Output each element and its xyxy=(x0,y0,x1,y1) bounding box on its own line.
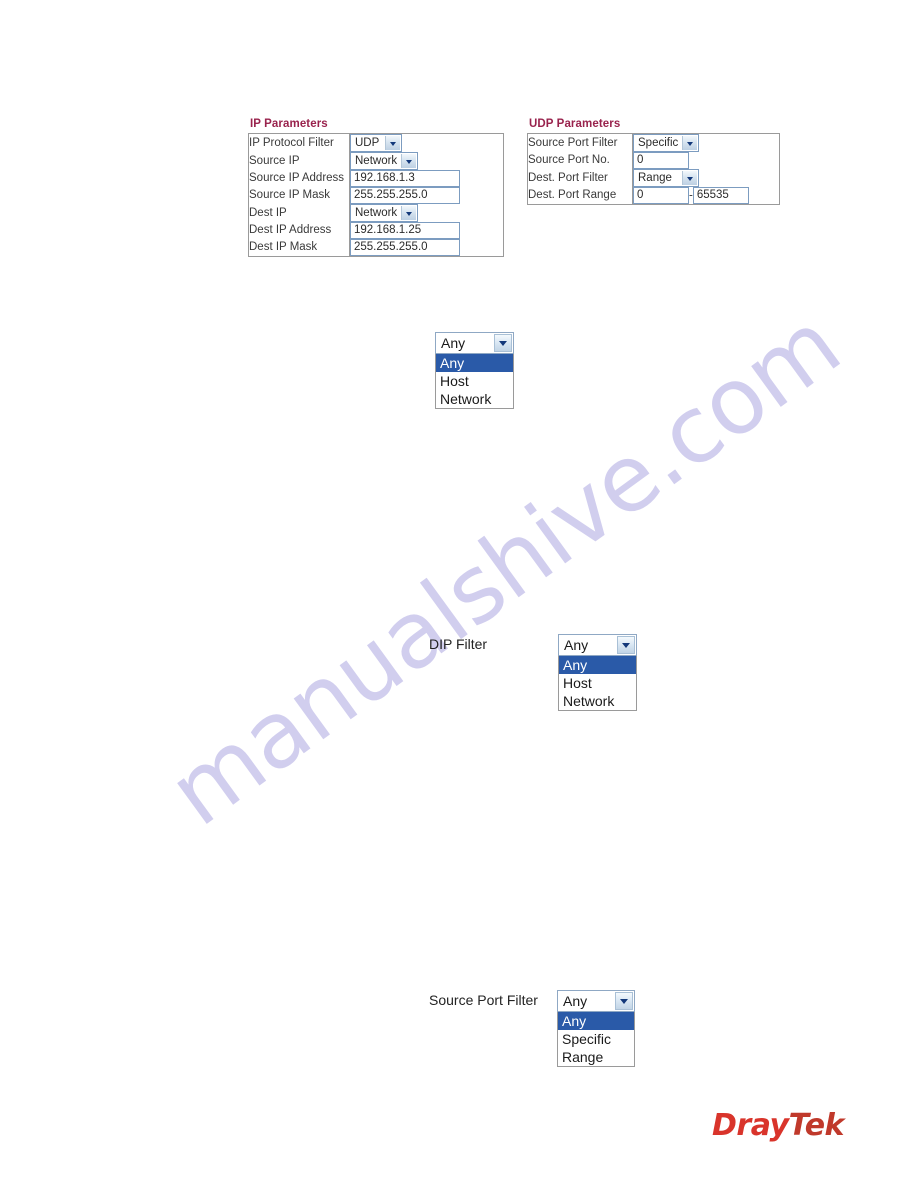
row-value: Network xyxy=(350,152,504,170)
chevron-down-icon[interactable] xyxy=(401,154,416,168)
row-label: Source IP xyxy=(248,152,350,170)
combobox-display[interactable]: Any xyxy=(557,990,635,1012)
source-port-filter-label: Source Port Filter xyxy=(429,992,538,1008)
row-value: Specific xyxy=(633,134,780,152)
ip-protocol-filter-select[interactable]: UDP xyxy=(350,134,402,152)
row-value: 192.168.1.3 xyxy=(350,170,504,187)
combobox-option[interactable]: Host xyxy=(436,372,513,390)
row-label: Dest IP Address xyxy=(248,222,350,239)
chevron-down-icon[interactable] xyxy=(682,171,697,185)
source-port-no-input[interactable]: 0 xyxy=(633,152,689,169)
chevron-down-icon[interactable] xyxy=(617,636,635,654)
combobox-option-list[interactable]: Any Specific Range xyxy=(557,1012,635,1067)
source-ip-filter-combobox[interactable]: Any Any Host Network xyxy=(435,332,514,409)
dip-filter-combobox[interactable]: Any Any Host Network xyxy=(558,634,637,711)
table-row: Dest IP Network xyxy=(248,204,504,222)
combobox-display[interactable]: Any xyxy=(435,332,514,354)
row-label: Source IP Address xyxy=(248,170,350,187)
table-row: Source IP Address 192.168.1.3 xyxy=(248,170,504,187)
chevron-down-icon[interactable] xyxy=(615,992,633,1010)
combobox-option[interactable]: Network xyxy=(436,390,513,408)
chevron-down-icon[interactable] xyxy=(682,136,697,150)
combobox-option[interactable]: Any xyxy=(558,1012,634,1030)
dest-port-range-from-input[interactable]: 0 xyxy=(633,187,689,204)
ip-parameters-panel: IP Parameters IP Protocol Filter UDP Sou… xyxy=(248,118,504,257)
chevron-down-icon[interactable] xyxy=(385,136,400,150)
table-row: Source IP Mask 255.255.255.0 xyxy=(248,187,504,204)
table-row: Source Port Filter Specific xyxy=(527,133,780,152)
row-value: Range xyxy=(633,169,780,187)
table-row: Dest. Port Filter Range xyxy=(527,169,780,187)
dest-ip-address-input[interactable]: 192.168.1.25 xyxy=(350,222,460,239)
combobox-option-list[interactable]: Any Host Network xyxy=(558,656,637,711)
source-ip-select[interactable]: Network xyxy=(350,152,418,170)
draytek-logo: DrayTek xyxy=(712,1108,844,1143)
combobox-option[interactable]: Any xyxy=(436,354,513,372)
combobox-option[interactable]: Network xyxy=(559,692,636,710)
source-ip-address-input[interactable]: 192.168.1.3 xyxy=(350,170,460,187)
table-row: Source IP Network xyxy=(248,152,504,170)
chevron-down-icon[interactable] xyxy=(494,334,512,352)
ip-parameters-table: IP Protocol Filter UDP Source IP Network… xyxy=(248,133,504,257)
ip-parameters-title: IP Parameters xyxy=(250,118,328,130)
row-value: 0-65535 xyxy=(633,187,780,205)
row-value: 255.255.255.0 xyxy=(350,239,504,257)
udp-parameters-panel: UDP Parameters Source Port Filter Specif… xyxy=(527,118,780,205)
row-value: UDP xyxy=(350,134,504,152)
source-port-filter-combobox[interactable]: Any Any Specific Range xyxy=(557,990,635,1067)
row-label: Source Port No. xyxy=(527,152,633,169)
combobox-option[interactable]: Host xyxy=(559,674,636,692)
combobox-option[interactable]: Range xyxy=(558,1048,634,1066)
row-label: Dest. Port Filter xyxy=(527,169,633,187)
dest-port-filter-select[interactable]: Range xyxy=(633,169,699,187)
udp-parameters-title: UDP Parameters xyxy=(529,118,621,130)
row-value: Network xyxy=(350,204,504,222)
dest-ip-select[interactable]: Network xyxy=(350,204,418,222)
row-label: Dest IP Mask xyxy=(248,239,350,257)
row-label: Source IP Mask xyxy=(248,187,350,204)
logo-tek: Tek xyxy=(788,1108,845,1143)
combobox-option-list[interactable]: Any Host Network xyxy=(435,354,514,409)
row-label: Dest IP xyxy=(248,204,350,222)
row-label: Source Port Filter xyxy=(527,133,633,152)
row-label: Dest. Port Range xyxy=(527,187,633,205)
dip-filter-label: DIP Filter xyxy=(429,636,488,652)
dest-ip-mask-input[interactable]: 255.255.255.0 xyxy=(350,239,460,256)
row-value: 0 xyxy=(633,152,780,169)
table-row: Dest IP Mask 255.255.255.0 xyxy=(248,239,504,257)
row-label: IP Protocol Filter xyxy=(248,133,350,152)
combobox-option[interactable]: Specific xyxy=(558,1030,634,1048)
dest-port-range-to-input[interactable]: 65535 xyxy=(692,187,749,204)
source-port-filter-select[interactable]: Specific xyxy=(633,134,699,152)
udp-parameters-table: Source Port Filter Specific Source Port … xyxy=(527,133,780,205)
table-row: Dest IP Address 192.168.1.25 xyxy=(248,222,504,239)
row-value: 192.168.1.25 xyxy=(350,222,504,239)
table-row: Source Port No. 0 xyxy=(527,152,780,169)
table-row: IP Protocol Filter UDP xyxy=(248,133,504,152)
logo-dray: Dray xyxy=(712,1108,789,1143)
combobox-display[interactable]: Any xyxy=(558,634,637,656)
chevron-down-icon[interactable] xyxy=(401,206,416,220)
row-value: 255.255.255.0 xyxy=(350,187,504,204)
source-ip-mask-input[interactable]: 255.255.255.0 xyxy=(350,187,460,204)
table-row: Dest. Port Range 0-65535 xyxy=(527,187,780,205)
combobox-option[interactable]: Any xyxy=(559,656,636,674)
